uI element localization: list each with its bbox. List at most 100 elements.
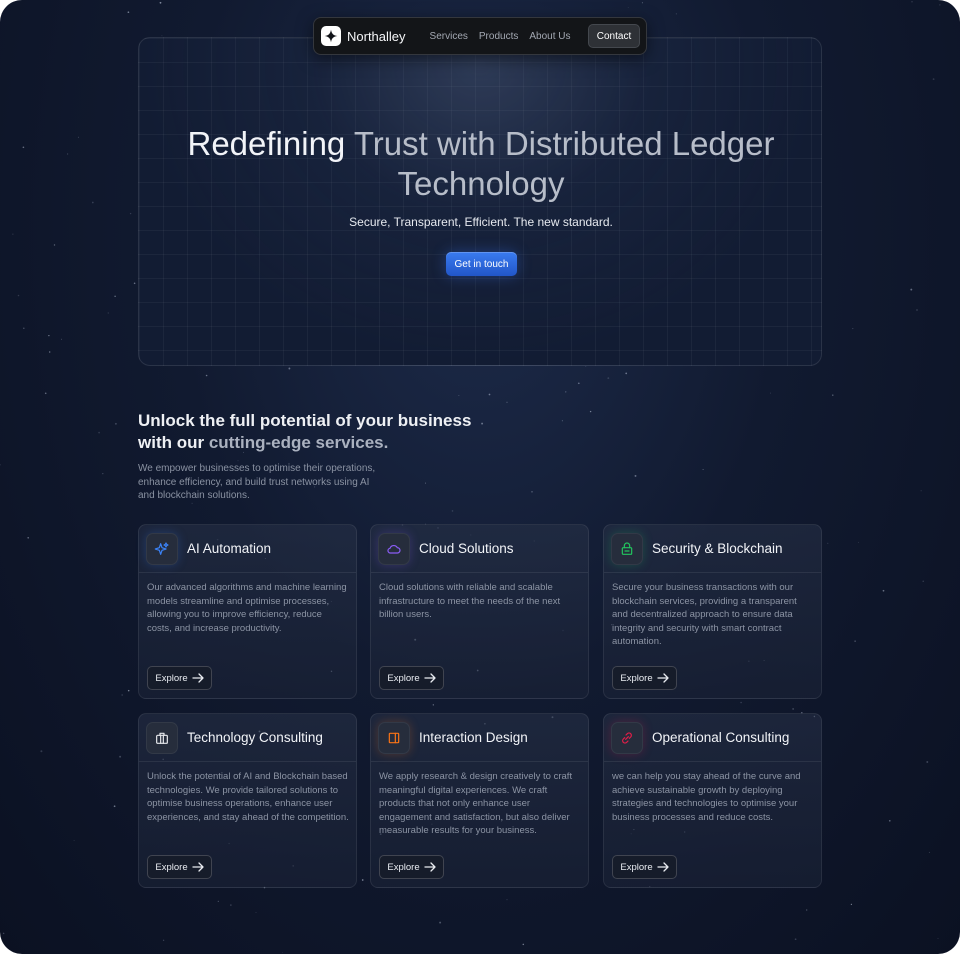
logo[interactable] (321, 26, 341, 46)
star (439, 921, 442, 924)
star (159, 1, 162, 4)
star (17, 294, 20, 297)
arrow-right-icon (423, 862, 436, 872)
star (91, 201, 94, 204)
star (432, 704, 434, 706)
card-description: Secure your business transactions with o… (612, 582, 797, 647)
cloud-icon (387, 544, 401, 554)
explore-button[interactable]: Explore (379, 666, 444, 690)
hero-section: Redefining Trust with Distributed Ledger… (138, 37, 822, 366)
arrow-right-icon (191, 673, 204, 683)
star (2, 932, 5, 935)
star (577, 382, 580, 385)
star (932, 78, 935, 80)
arrow-right-icon (191, 862, 204, 872)
nav-links: Services Products About Us (430, 31, 571, 42)
card-header: Technology Consulting (139, 714, 356, 762)
star (634, 474, 637, 477)
service-card-operational-consulting: Operational Consulting we can help you s… (603, 713, 822, 888)
star (77, 136, 79, 138)
icon-container (146, 721, 178, 754)
card-header: Security & Blockchain (604, 525, 821, 573)
nav-link-products[interactable]: Products (479, 31, 518, 42)
star (627, 6, 629, 8)
service-card-interaction-design: Interaction Design We apply research & d… (370, 713, 589, 888)
card-description: Unlock the potential of AI and Blockchai… (147, 771, 349, 823)
star (506, 401, 508, 403)
star (641, 2, 643, 4)
star (191, 502, 193, 504)
explore-label: Explore (620, 672, 653, 684)
service-card-security-blockchain: Security & Blockchain Secure your busine… (603, 524, 822, 699)
link-icon (622, 731, 632, 744)
sparkle-logo-icon (324, 29, 338, 43)
star (888, 819, 891, 822)
star (458, 395, 460, 397)
brand-name[interactable]: Northalley (347, 29, 406, 44)
star (451, 510, 454, 512)
star (161, 35, 163, 37)
star (230, 904, 232, 906)
star (12, 233, 14, 235)
star (928, 851, 930, 853)
explore-label: Explore (155, 672, 188, 684)
icon-container (611, 532, 643, 565)
star (40, 750, 43, 753)
card-description: Our advanced algorithms and machine lear… (147, 582, 347, 634)
star (23, 327, 25, 330)
star (44, 392, 47, 395)
explore-label: Explore (620, 861, 653, 873)
hero-subtitle: Secure, Transparent, Efficient. The new … (349, 215, 613, 229)
star (113, 805, 116, 808)
star (237, 460, 239, 462)
card-description: We apply research & design creatively to… (379, 771, 573, 836)
star (794, 938, 797, 941)
star (121, 694, 124, 696)
nav-link-about-us[interactable]: About Us (529, 31, 570, 42)
explore-button[interactable]: Explore (147, 666, 212, 690)
explore-label: Explore (387, 672, 420, 684)
star (205, 374, 208, 377)
star (162, 939, 165, 941)
services-description: We empower businesses to optimise their … (138, 463, 376, 501)
card-description: we can help you stay ahead of the curve … (612, 771, 801, 823)
hero-title-bright: Redefining (187, 125, 346, 162)
card-header: Operational Consulting (604, 714, 821, 762)
star (854, 640, 856, 642)
services-heading: Unlock the full potential of your busine… (138, 410, 478, 454)
explore-button[interactable]: Explore (147, 855, 212, 879)
star (589, 410, 592, 413)
star (852, 328, 854, 330)
card-title: Security & Blockchain (652, 541, 783, 556)
card-header: AI Automation (139, 525, 356, 573)
star (288, 367, 291, 370)
star (882, 589, 885, 592)
get-in-touch-button[interactable]: Get in touch (446, 252, 517, 276)
card-header: Interaction Design (371, 714, 588, 762)
nav-link-services[interactable]: Services (430, 31, 468, 42)
icon-container (378, 532, 410, 565)
arrow-right-icon (656, 862, 669, 872)
star (0, 464, 1, 466)
contact-button[interactable]: Contact (588, 24, 640, 48)
star (506, 899, 508, 901)
star (565, 391, 567, 393)
star (282, 952, 284, 954)
explore-label: Explore (155, 861, 188, 873)
star (114, 422, 117, 425)
card-title: Interaction Design (419, 730, 528, 745)
star (770, 392, 771, 394)
star (481, 422, 484, 425)
page-frame: Redefining Trust with Distributed Ledger… (0, 0, 960, 954)
star (49, 351, 51, 353)
explore-button[interactable]: Explore (612, 855, 677, 879)
star (910, 288, 913, 291)
star (806, 909, 808, 911)
explore-button[interactable]: Explore (379, 855, 444, 879)
explore-button[interactable]: Explore (612, 666, 677, 690)
star (675, 13, 677, 15)
card-title: Cloud Solutions (419, 541, 514, 556)
star (48, 334, 50, 337)
star (114, 295, 116, 297)
star (27, 536, 30, 539)
